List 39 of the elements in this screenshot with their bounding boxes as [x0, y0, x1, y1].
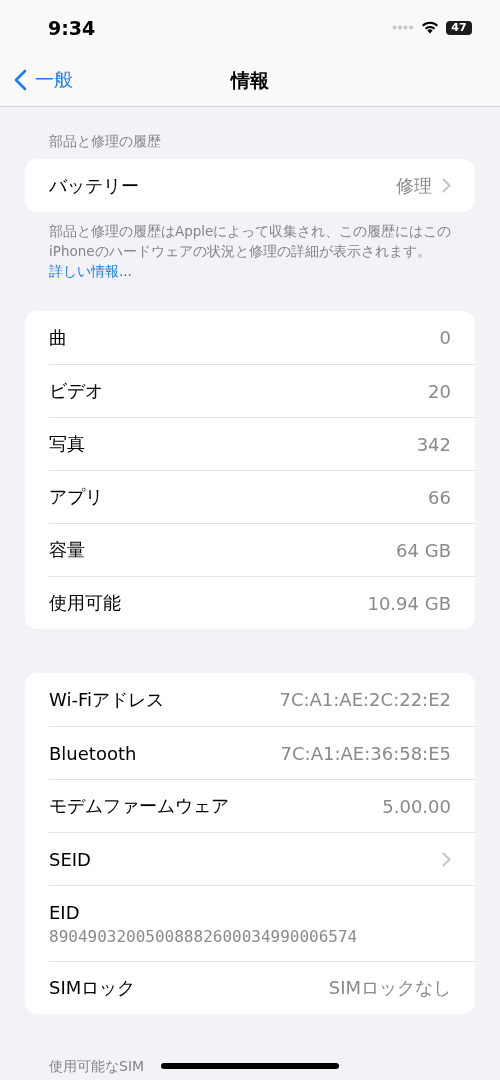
row-label: Wi-Fiアドレス [49, 687, 165, 712]
row-value: 342 [416, 433, 451, 455]
row-value: 89049032005008882600034990006574 [49, 926, 358, 946]
back-button[interactable]: 一般 [14, 67, 73, 93]
row-label: 曲 [49, 325, 68, 350]
status-time: 9:34 [48, 16, 96, 39]
wifi-icon [421, 21, 439, 34]
row-label: 使用可能 [49, 591, 122, 615]
row-label: モデムファームウェア [49, 794, 230, 818]
battery-indicator: 47 [446, 20, 472, 35]
section-header: 使用可能なSIM [48, 1058, 145, 1076]
chevron-icon [442, 178, 451, 193]
row-label: 写真 [49, 432, 86, 456]
row-value: 5.00.00 [382, 795, 451, 817]
row-value: 修理 [396, 173, 432, 198]
row-label: Bluetooth [49, 742, 138, 764]
row-value: 66 [428, 486, 451, 508]
row-value: 7C:A1:AE:2C:22:E2 [279, 689, 451, 710]
row-value: 10.94 GB [367, 592, 451, 614]
back-icon [14, 69, 27, 91]
page-title: 情報 [231, 67, 269, 93]
section-header: 部品と修理の履歴 [48, 133, 161, 151]
chevron-icon [442, 851, 451, 867]
row-label: SEID [49, 848, 92, 870]
row-label: ビデオ [49, 379, 104, 403]
row-label: 容量 [49, 538, 86, 562]
home-indicator[interactable] [161, 1063, 339, 1069]
row-value: 0 [439, 327, 451, 348]
row-value: 20 [428, 380, 451, 402]
row-label: バッテリー [49, 173, 140, 198]
row-value: 7C:A1:AE:36:58:E5 [280, 742, 451, 764]
row-value: SIMロックなし [328, 976, 451, 1000]
row-label: SIMロック [49, 976, 137, 1000]
footnote-text: 部品と修理の履歴はAppleによって収集され、この履歴にはこのiPhoneのハードウェアの状況と修理の詳細が表示されます。 詳しい情報... [49, 222, 453, 281]
row-label: アプリ [49, 485, 104, 509]
row-label: EID [49, 901, 80, 923]
signal-icon [392, 25, 414, 30]
learn-more-link[interactable]: 詳しい情報... [49, 263, 132, 279]
row-value: 64 GB [396, 539, 451, 561]
